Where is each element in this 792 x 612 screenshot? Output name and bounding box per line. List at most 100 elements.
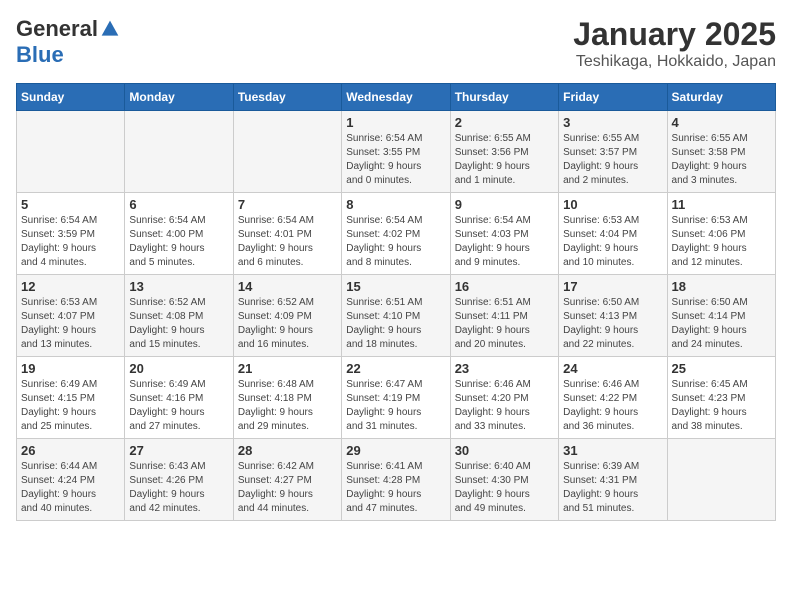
- calendar-cell: 4 Sunrise: 6:55 AM Sunset: 3:58 PM Daylig…: [667, 111, 775, 193]
- calendar-header: SundayMondayTuesdayWednesdayThursdayFrid…: [17, 84, 776, 111]
- calendar-cell: [233, 111, 341, 193]
- logo-general: General: [16, 16, 98, 42]
- day-number: 24: [563, 361, 662, 376]
- calendar-cell: [667, 439, 775, 521]
- weekday-header: Sunday: [17, 84, 125, 111]
- calendar-cell: 24Sunrise: 6:46 AM Sunset: 4:22 PM Dayli…: [559, 357, 667, 439]
- calendar-cell: 27 Sunrise: 6:43 AM Sunset: 4:26 PM Dayli…: [125, 439, 233, 521]
- logo-icon: [100, 19, 120, 39]
- day-number: 7: [238, 197, 337, 212]
- day-number: 17: [563, 279, 662, 294]
- calendar-week-row: 26Sunrise: 6:44 AM Sunset: 4:24 PM Dayli…: [17, 439, 776, 521]
- day-info: Sunrise: 6:48 AM Sunset: 4:18 PM Dayligh…: [238, 378, 337, 434]
- weekday-row: SundayMondayTuesdayWednesdayThursdayFrid…: [17, 84, 776, 111]
- day-info: Sunrise: 6:54 AM Sunset: 4:02 PM Dayligh…: [346, 214, 445, 270]
- day-number: 15: [346, 279, 445, 294]
- day-number: 9: [455, 197, 554, 212]
- calendar-cell: 25Sunrise: 6:45 AM Sunset: 4:23 PM Dayli…: [667, 357, 775, 439]
- day-info: Sunrise: 6:51 AM Sunset: 4:11 PM Dayligh…: [455, 296, 554, 352]
- calendar-cell: 29 Sunrise: 6:41 AM Sunset: 4:28 PM Dayli…: [342, 439, 450, 521]
- day-number: 26: [21, 443, 120, 458]
- day-number: 5: [21, 197, 120, 212]
- calendar-week-row: 1 Sunrise: 6:54 AM Sunset: 3:55 PM Daylig…: [17, 111, 776, 193]
- calendar-cell: 17Sunrise: 6:50 AM Sunset: 4:13 PM Dayli…: [559, 275, 667, 357]
- day-number: 21: [238, 361, 337, 376]
- calendar-cell: 12 Sunrise: 6:53 AM Sunset: 4:07 PM Dayli…: [17, 275, 125, 357]
- calendar-cell: 20 Sunrise: 6:49 AM Sunset: 4:16 PM Dayli…: [125, 357, 233, 439]
- logo-blue: Blue: [16, 42, 64, 68]
- day-info: Sunrise: 6:54 AM Sunset: 4:00 PM Dayligh…: [129, 214, 228, 270]
- day-number: 3: [563, 115, 662, 130]
- calendar-cell: 21 Sunrise: 6:48 AM Sunset: 4:18 PM Dayli…: [233, 357, 341, 439]
- day-info: Sunrise: 6:43 AM Sunset: 4:26 PM Dayligh…: [129, 460, 228, 516]
- calendar-cell: 1 Sunrise: 6:54 AM Sunset: 3:55 PM Daylig…: [342, 111, 450, 193]
- day-number: 16: [455, 279, 554, 294]
- day-info: Sunrise: 6:55 AM Sunset: 3:57 PM Dayligh…: [563, 132, 662, 188]
- calendar-body: 1 Sunrise: 6:54 AM Sunset: 3:55 PM Daylig…: [17, 111, 776, 521]
- calendar-week-row: 5 Sunrise: 6:54 AM Sunset: 3:59 PM Daylig…: [17, 193, 776, 275]
- day-info: Sunrise: 6:52 AM Sunset: 4:08 PM Dayligh…: [129, 296, 228, 352]
- day-info: Sunrise: 6:55 AM Sunset: 3:58 PM Dayligh…: [672, 132, 771, 188]
- day-number: 28: [238, 443, 337, 458]
- calendar-cell: 11Sunrise: 6:53 AM Sunset: 4:06 PM Dayli…: [667, 193, 775, 275]
- day-number: 22: [346, 361, 445, 376]
- day-number: 13: [129, 279, 228, 294]
- logo: General Blue: [16, 16, 120, 68]
- day-number: 23: [455, 361, 554, 376]
- day-info: Sunrise: 6:45 AM Sunset: 4:23 PM Dayligh…: [672, 378, 771, 434]
- day-number: 8: [346, 197, 445, 212]
- calendar-cell: 18Sunrise: 6:50 AM Sunset: 4:14 PM Dayli…: [667, 275, 775, 357]
- calendar-table: SundayMondayTuesdayWednesdayThursdayFrid…: [16, 83, 776, 521]
- day-info: Sunrise: 6:49 AM Sunset: 4:16 PM Dayligh…: [129, 378, 228, 434]
- location-title: Teshikaga, Hokkaido, Japan: [573, 53, 776, 71]
- page-header: General Blue January 2025 Teshikaga, Hok…: [16, 16, 776, 71]
- day-info: Sunrise: 6:54 AM Sunset: 4:03 PM Dayligh…: [455, 214, 554, 270]
- day-number: 29: [346, 443, 445, 458]
- day-info: Sunrise: 6:53 AM Sunset: 4:04 PM Dayligh…: [563, 214, 662, 270]
- day-number: 20: [129, 361, 228, 376]
- day-info: Sunrise: 6:47 AM Sunset: 4:19 PM Dayligh…: [346, 378, 445, 434]
- calendar-cell: [17, 111, 125, 193]
- day-info: Sunrise: 6:42 AM Sunset: 4:27 PM Dayligh…: [238, 460, 337, 516]
- day-number: 27: [129, 443, 228, 458]
- day-info: Sunrise: 6:54 AM Sunset: 4:01 PM Dayligh…: [238, 214, 337, 270]
- day-info: Sunrise: 6:40 AM Sunset: 4:30 PM Dayligh…: [455, 460, 554, 516]
- calendar-cell: 2Sunrise: 6:55 AM Sunset: 3:56 PM Daylig…: [450, 111, 558, 193]
- day-number: 6: [129, 197, 228, 212]
- calendar-cell: 28 Sunrise: 6:42 AM Sunset: 4:27 PM Dayli…: [233, 439, 341, 521]
- day-info: Sunrise: 6:54 AM Sunset: 3:59 PM Dayligh…: [21, 214, 120, 270]
- calendar-week-row: 19Sunrise: 6:49 AM Sunset: 4:15 PM Dayli…: [17, 357, 776, 439]
- day-info: Sunrise: 6:39 AM Sunset: 4:31 PM Dayligh…: [563, 460, 662, 516]
- day-number: 10: [563, 197, 662, 212]
- day-number: 19: [21, 361, 120, 376]
- weekday-header: Tuesday: [233, 84, 341, 111]
- day-info: Sunrise: 6:54 AM Sunset: 3:55 PM Dayligh…: [346, 132, 445, 188]
- day-number: 1: [346, 115, 445, 130]
- calendar-cell: 5 Sunrise: 6:54 AM Sunset: 3:59 PM Daylig…: [17, 193, 125, 275]
- calendar-cell: 9 Sunrise: 6:54 AM Sunset: 4:03 PM Daylig…: [450, 193, 558, 275]
- weekday-header: Wednesday: [342, 84, 450, 111]
- calendar-week-row: 12 Sunrise: 6:53 AM Sunset: 4:07 PM Dayli…: [17, 275, 776, 357]
- day-number: 14: [238, 279, 337, 294]
- day-info: Sunrise: 6:41 AM Sunset: 4:28 PM Dayligh…: [346, 460, 445, 516]
- calendar-cell: 23 Sunrise: 6:46 AM Sunset: 4:20 PM Dayli…: [450, 357, 558, 439]
- weekday-header: Monday: [125, 84, 233, 111]
- calendar-cell: 16 Sunrise: 6:51 AM Sunset: 4:11 PM Dayli…: [450, 275, 558, 357]
- day-info: Sunrise: 6:46 AM Sunset: 4:20 PM Dayligh…: [455, 378, 554, 434]
- calendar-cell: 15Sunrise: 6:51 AM Sunset: 4:10 PM Dayli…: [342, 275, 450, 357]
- calendar-cell: 19Sunrise: 6:49 AM Sunset: 4:15 PM Dayli…: [17, 357, 125, 439]
- day-info: Sunrise: 6:53 AM Sunset: 4:07 PM Dayligh…: [21, 296, 120, 352]
- calendar-cell: 26Sunrise: 6:44 AM Sunset: 4:24 PM Dayli…: [17, 439, 125, 521]
- day-number: 4: [672, 115, 771, 130]
- calendar-cell: 31Sunrise: 6:39 AM Sunset: 4:31 PM Dayli…: [559, 439, 667, 521]
- day-number: 30: [455, 443, 554, 458]
- day-number: 12: [21, 279, 120, 294]
- calendar-cell: 13 Sunrise: 6:52 AM Sunset: 4:08 PM Dayli…: [125, 275, 233, 357]
- calendar-cell: 14Sunrise: 6:52 AM Sunset: 4:09 PM Dayli…: [233, 275, 341, 357]
- weekday-header: Friday: [559, 84, 667, 111]
- calendar-cell: 3 Sunrise: 6:55 AM Sunset: 3:57 PM Daylig…: [559, 111, 667, 193]
- title-section: January 2025 Teshikaga, Hokkaido, Japan: [573, 16, 776, 71]
- day-number: 18: [672, 279, 771, 294]
- weekday-header: Thursday: [450, 84, 558, 111]
- month-title: January 2025: [573, 16, 776, 53]
